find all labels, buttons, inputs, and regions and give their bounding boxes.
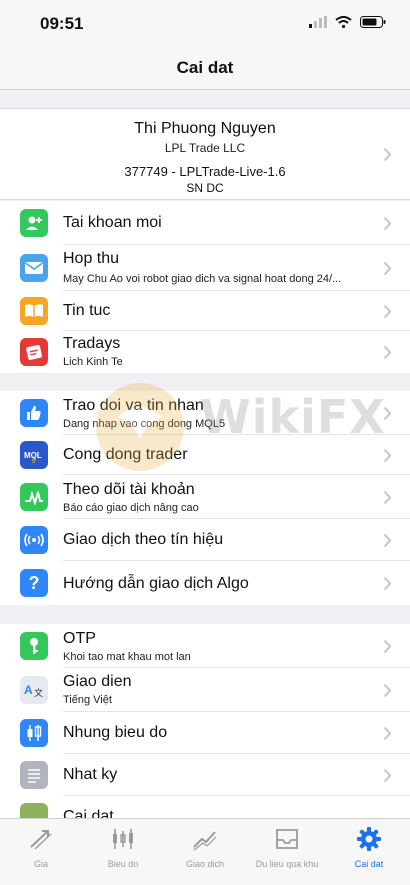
menu-item-news[interactable]: Tin tuc — [0, 291, 410, 331]
key-icon — [20, 632, 48, 660]
menu-item-label: Cong dong trader — [63, 446, 188, 463]
candlestick-icon — [20, 719, 48, 747]
menu-item-algo-guide[interactable]: ? Hướng dẫn giao dịch Algo — [0, 561, 410, 605]
tab-quotes[interactable]: Gia — [0, 825, 82, 869]
menu-item-monitoring[interactable]: Theo dõi tài khoản Báo cáo giao dịch nân… — [0, 475, 410, 519]
menu-item-label: Cai dat — [63, 808, 114, 818]
chevron-right-icon — [383, 406, 392, 421]
cellular-signal-icon — [309, 16, 327, 28]
chevron-right-icon — [383, 345, 392, 360]
tab-history[interactable]: Du lieu qua khu — [246, 825, 328, 869]
menu-item-subtitle: Khoi tao mat khau mot lan — [63, 651, 191, 663]
language-icon: A文 — [20, 676, 48, 704]
menu-item-label: Tin tuc — [63, 302, 111, 319]
menu-item-subtitle: Lich Kinh Te — [63, 356, 123, 368]
menu-item-otp[interactable]: OTP Khoi tao mat khau mot lan — [0, 624, 410, 668]
menu-item-tradays[interactable]: Tradays Lich Kinh Te — [0, 331, 410, 373]
menu-item-subtitle: Dang nhap vao cong dong MQL5 — [63, 418, 226, 430]
menu-item-signals[interactable]: Giao dịch theo tín hiệu — [0, 519, 410, 561]
menu-item-label: Nhat ky — [63, 766, 118, 783]
tab-settings[interactable]: Cai dat — [328, 825, 410, 869]
menu-item-settings[interactable]: Cai dat — [0, 796, 410, 818]
menu-item-mailbox[interactable]: Hop thu May Chu Ao voi robot giao dich v… — [0, 245, 410, 291]
menu-item-label: OTP — [63, 630, 96, 647]
chevron-right-icon — [383, 261, 392, 276]
status-time: 09:51 — [40, 14, 84, 33]
account-name: Thi Phuong Nguyen — [134, 120, 276, 137]
trade-trend-icon — [193, 831, 217, 851]
tab-label: Du lieu qua khu — [255, 859, 319, 869]
menu-item-journal[interactable]: Nhat ky — [0, 754, 410, 796]
tab-label: Cai dat — [354, 859, 384, 869]
chevron-right-icon — [383, 533, 392, 548]
gear-icon — [357, 827, 381, 851]
navigation-bar: Cai dat — [0, 44, 410, 90]
svg-text:A: A — [24, 683, 33, 697]
thumbs-up-icon — [20, 399, 48, 427]
menu-item-subtitle: Báo cáo giao dịch nâng cao — [63, 502, 199, 514]
book-icon — [20, 297, 48, 325]
tab-bar: Gia Bieu do Giao dich Du lieu qua khu Ca… — [0, 818, 410, 885]
mql5-icon: MQL 5 — [20, 441, 48, 469]
document-lines-icon — [20, 761, 48, 789]
wifi-icon — [335, 16, 352, 28]
menu-item-label: Trao doi va tin nhan — [63, 397, 204, 414]
quotes-arrows-icon — [30, 830, 52, 850]
status-icons — [309, 16, 386, 28]
broadcast-icon — [20, 526, 48, 554]
menu-item-chat[interactable]: Trao doi va tin nhan Dang nhap vao cong … — [0, 391, 410, 435]
add-user-icon — [20, 209, 48, 237]
menu-item-interface[interactable]: A文 Giao dien Tiếng Việt — [0, 668, 410, 712]
menu-item-label: Nhung bieu do — [63, 724, 168, 741]
menu-item-label: Hướng dẫn giao dịch Algo — [63, 575, 249, 592]
chevron-right-icon — [383, 490, 392, 505]
calendar-icon — [20, 338, 48, 366]
activity-chart-icon — [20, 483, 48, 511]
tab-trade[interactable]: Giao dich — [164, 825, 246, 869]
menu-item-label: Tradays — [63, 335, 121, 352]
status-bar: 09:51 — [0, 0, 410, 44]
svg-text:文: 文 — [34, 687, 43, 699]
tab-label: Giao dich — [185, 859, 225, 869]
page-title: Cai dat — [176, 58, 234, 77]
settings-app-icon — [20, 803, 48, 818]
chevron-right-icon — [383, 768, 392, 783]
chevron-right-icon — [383, 147, 392, 162]
chevron-right-icon — [383, 448, 392, 463]
menu-item-label: Tai khoan moi — [63, 214, 162, 231]
tab-chart[interactable]: Bieu do — [82, 825, 164, 869]
account-card[interactable]: Thi Phuong Nguyen LPL Trade LLC 377749 -… — [0, 108, 410, 200]
menu-item-label: Hop thu — [63, 250, 120, 267]
question-mark-icon: ? — [20, 569, 48, 597]
chevron-right-icon — [383, 639, 392, 654]
battery-icon — [360, 16, 386, 28]
tab-label: Gia — [33, 859, 48, 869]
chevron-right-icon — [383, 216, 392, 231]
inbox-tray-icon — [276, 829, 298, 849]
tab-label: Bieu do — [107, 859, 139, 869]
menu-item-label: Giao dịch theo tín hiệu — [63, 531, 224, 548]
menu-item-label: Theo dõi tài khoản — [63, 481, 195, 498]
candlestick-chart-icon — [113, 829, 133, 849]
menu-item-new-account[interactable]: Tai khoan moi — [0, 201, 410, 245]
menu-item-subtitle: Tiếng Việt — [63, 694, 112, 706]
chevron-right-icon — [383, 576, 392, 591]
menu-item-subtitle: May Chu Ao voi robot giao dich va signal… — [63, 273, 342, 285]
chevron-right-icon — [383, 304, 392, 319]
chevron-right-icon — [383, 683, 392, 698]
account-broker: LPL Trade LLC — [164, 141, 246, 155]
account-server: SN DC — [186, 181, 224, 195]
account-login: 377749 - LPLTrade-Live-1.6 — [124, 164, 286, 179]
chevron-right-icon — [383, 726, 392, 741]
menu-item-charts[interactable]: Nhung bieu do — [0, 712, 410, 754]
menu-item-community[interactable]: MQL 5 Cong dong trader — [0, 435, 410, 475]
mail-icon — [20, 254, 48, 282]
menu-item-label: Giao dien — [63, 673, 132, 690]
